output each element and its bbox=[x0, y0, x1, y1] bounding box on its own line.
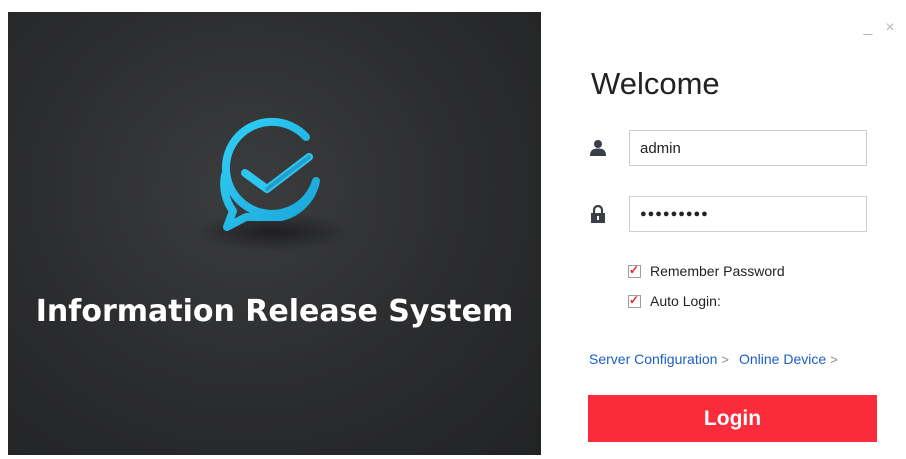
password-row: ●●●●●●●●● bbox=[588, 196, 867, 232]
user-icon bbox=[588, 138, 608, 158]
username-field[interactable] bbox=[629, 130, 867, 166]
lock-icon bbox=[588, 204, 608, 224]
server-configuration-label: Server Configuration bbox=[589, 351, 718, 367]
online-device-link[interactable]: Online Device > bbox=[739, 351, 838, 367]
remember-password-checkbox[interactable]: ✓ bbox=[628, 262, 641, 278]
links-row: Server Configuration > Online Device > bbox=[589, 351, 838, 367]
server-configuration-link[interactable]: Server Configuration > bbox=[589, 351, 729, 367]
login-panel: _ × Welcome ●●●●●●●●● bbox=[541, 12, 898, 455]
chevron-right-icon: > bbox=[721, 351, 729, 367]
brand-title: Information Release System bbox=[35, 294, 514, 329]
remember-password-option[interactable]: ✓ Remember Password bbox=[628, 263, 785, 279]
remember-password-label: Remember Password bbox=[650, 263, 785, 279]
check-icon: ✓ bbox=[629, 262, 640, 277]
login-window: Information Release System _ × Welcome a… bbox=[8, 12, 898, 455]
password-masked-value: ●●●●●●●●● bbox=[640, 208, 709, 220]
chat-bubble-check-logo-icon bbox=[220, 117, 320, 231]
close-button[interactable]: × bbox=[884, 20, 896, 36]
online-device-label: Online Device bbox=[739, 351, 827, 367]
auto-login-option[interactable]: ✓ Auto Login: bbox=[628, 293, 721, 309]
minimize-button[interactable]: _ bbox=[862, 20, 874, 36]
window-controls: _ × bbox=[862, 20, 896, 36]
check-icon: ✓ bbox=[629, 292, 640, 307]
auto-login-label: Auto Login: bbox=[650, 293, 721, 309]
password-field[interactable]: ●●●●●●●●● bbox=[629, 196, 867, 232]
auto-login-checkbox[interactable]: ✓ bbox=[628, 292, 641, 308]
username-row bbox=[588, 130, 867, 166]
brand-panel: Information Release System bbox=[8, 12, 541, 455]
chevron-right-icon: > bbox=[830, 351, 838, 367]
welcome-heading: Welcome bbox=[591, 66, 720, 101]
login-button[interactable]: Login bbox=[588, 395, 877, 442]
